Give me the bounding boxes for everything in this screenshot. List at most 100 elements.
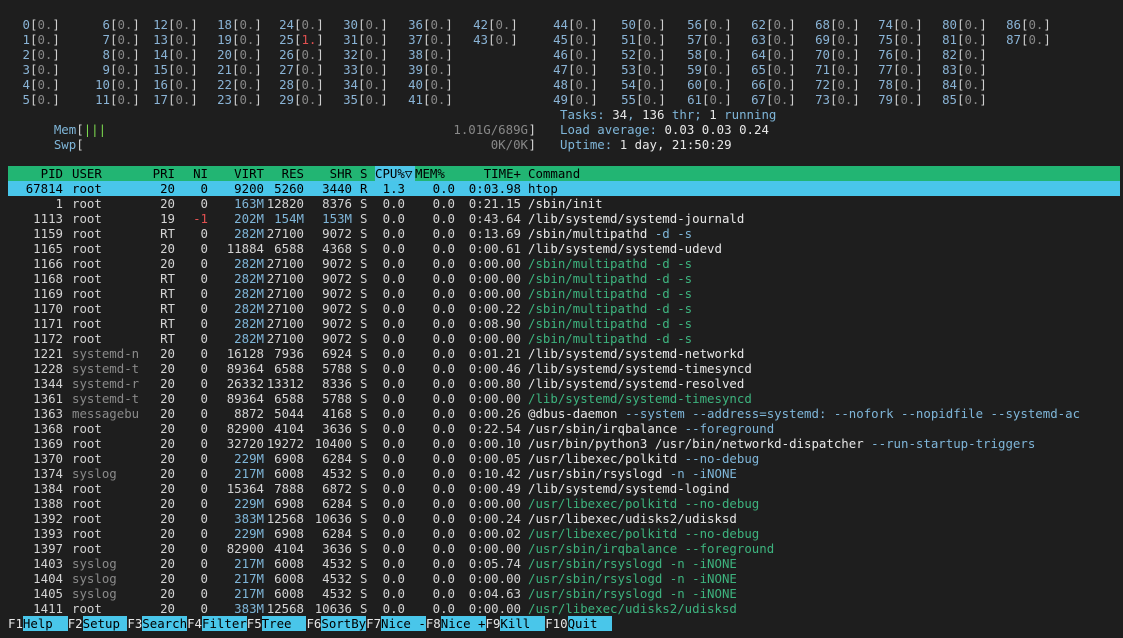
cpu-meter-74: 74[0.] (863, 17, 923, 32)
function-key-f5[interactable]: F5Tree (247, 616, 307, 631)
process-row[interactable]: 1388 root 20 0 229M 6908 6284 S 0.0 0.0 0:00.00/us… (8, 496, 1120, 511)
cpu-meter-28: 28[0.] (264, 77, 324, 92)
cell-cpu: 0.0 (382, 526, 405, 541)
cpu-meter-22: 22[0.] (202, 77, 262, 92)
cpu-meter-32: 32[0.] (328, 47, 388, 62)
process-row[interactable]: 1 root 20 0 163M 12820 8376 S 0.0 0.0 0:21.15/sbin… (8, 196, 1120, 211)
cpu-core-number: 5 (22, 92, 30, 107)
selected-process-row[interactable]: 67814 root 20 0 9200 5260 3440 R 1.3 0.0 0:03.98 ht… (8, 181, 1120, 196)
function-key-f10[interactable]: F10Quit (545, 616, 613, 631)
command-path: /usr/libexec/udisks2/udisksd (528, 511, 737, 526)
cell-cpu: 1.3 (382, 181, 405, 196)
process-row[interactable]: 1344 systemd-r 20 0 26332 13312 8336 S 0.0 0.0 0:0… (8, 376, 1120, 391)
process-row[interactable]: 1171 root RT 0 282M 27100 9072 S 0.0 0.0 0:08.90/s… (8, 316, 1120, 331)
cell-user: root (72, 601, 102, 616)
process-row[interactable]: 1374 syslog 20 0 217M 6008 4532 S 0.0 0.0 0:10.42 /… (8, 466, 1120, 481)
cpu-core-number: 34 (343, 77, 358, 92)
process-row[interactable]: 1361 systemd-t 20 0 89364 6588 5788 S 0.0 0.0 0:00… (8, 391, 1120, 406)
function-key-f9[interactable]: F9Kill (486, 616, 546, 631)
cpu-core-number: 56 (687, 17, 702, 32)
cpu-core-value: 0. (365, 92, 381, 107)
cpu-meter-55: 55[0.] (606, 92, 666, 107)
cpu-core-value: 0. (773, 62, 789, 77)
process-row[interactable]: 1403 syslog 20 0 217M 6008 4532 S 0.0 0.0 0:05.74 /… (8, 556, 1120, 571)
process-row[interactable]: 1168 root RT 0 282M 27100 9072 S 0.0 0.0 0:00.00/s… (8, 271, 1120, 286)
cell-pri: 20 (160, 601, 175, 616)
function-key-f4[interactable]: F4Filter (187, 616, 247, 631)
col-ni[interactable]: NI (184, 166, 208, 181)
cell-command: /usr/sbin/rsyslogd -n -iNONE (528, 571, 737, 586)
cell-pid: 1168 (33, 271, 63, 286)
cpu-meter-77: 77[0.] (863, 62, 923, 77)
process-row[interactable]: 1384 root 20 0 15364 7888 6872 S 0.0 0.0 0:00.49/l… (8, 481, 1120, 496)
process-row[interactable]: 1397 root 20 0 82900 4104 3636 S 0.0 0.0 0:00.00/u… (8, 541, 1120, 556)
cell-ni: 0 (200, 406, 208, 421)
function-key-f7[interactable]: F7Nice - (366, 616, 426, 631)
cell-command: /lib/systemd/systemd-logind (528, 481, 729, 496)
cpu-core-number: 48 (553, 77, 568, 92)
process-row[interactable]: 1404 syslog 20 0 217M 6008 4532 S 0.0 0.0 0:00.00 /… (8, 571, 1120, 586)
process-row[interactable]: 1411 root 20 0 383M 12568 10636 S 0.0 0.0 0:00.00 /… (8, 601, 1120, 616)
function-key-f2[interactable]: F2Setup (68, 616, 128, 631)
process-row[interactable]: 1393 root 20 0 229M 6908 6284 S 0.0 0.0 0:00.02/us… (8, 526, 1120, 541)
command-path: /usr/libexec/polkitd (528, 526, 678, 541)
process-row[interactable]: 1113 root 19 -1 202M 154M 153M S 0.0 0.0 0:43.64/l… (8, 211, 1120, 226)
process-row[interactable]: 1169 root RT 0 282M 27100 9072 S 0.0 0.0 0:00.00/s… (8, 286, 1120, 301)
process-row[interactable]: 1368 root 20 0 82900 4104 3636 S 0.0 0.0 0:22.54/u… (8, 421, 1120, 436)
process-row[interactable]: 1370 root 20 0 229M 6908 6284 S 0.0 0.0 0:00.05/us… (8, 451, 1120, 466)
function-key-f1[interactable]: F1Help (8, 616, 68, 631)
cell-user: messagebu (72, 406, 140, 421)
process-row[interactable]: 1170 root RT 0 282M 27100 9072 S 0.0 0.0 0:00.22/s… (8, 301, 1120, 316)
function-key-f6[interactable]: F6SortBy (306, 616, 367, 631)
cpu-meter-47: 47[0.] (538, 62, 598, 77)
cpu-core-number: 29 (279, 92, 294, 107)
col-user[interactable]: USER (72, 166, 102, 181)
cell-pri: RT (160, 301, 175, 316)
process-row[interactable]: 1228 systemd-t 20 0 89364 6588 5788 S 0.0 0.0 0:00… (8, 361, 1120, 376)
cell-user: root (72, 481, 102, 496)
cell-command: /usr/sbin/rsyslogd -n -iNONE (528, 466, 737, 481)
cpu-core-value: 0. (964, 62, 980, 77)
function-key-f8[interactable]: F8Nice + (426, 616, 486, 631)
cpu-core-number: 52 (621, 47, 636, 62)
col-pid[interactable]: PID (8, 166, 63, 181)
cell-mem: 0.0 (432, 436, 455, 451)
process-row[interactable]: 1166 root 20 0 282M 27100 9072 S 0.0 0.0 0:00.00/s… (8, 256, 1120, 271)
cpu-core-number: 14 (153, 47, 168, 62)
process-row[interactable]: 1165 root 20 0 11884 6588 4368 S 0.0 0.0 0:00.61/l… (8, 241, 1120, 256)
process-row[interactable]: 1159 root RT 0 282M 27100 9072 S 0.0 0.0 0:13.69/s… (8, 226, 1120, 241)
cell-pri: 20 (160, 541, 175, 556)
col-pri[interactable]: PRI (144, 166, 175, 181)
cell-pid: 1403 (33, 556, 63, 571)
process-row[interactable]: 1369 root 20 0 32720 19272 10400 S 0.0 0.0 0:00.10… (8, 436, 1120, 451)
cell-command: /lib/systemd/systemd-timesyncd (528, 361, 752, 376)
col-command[interactable]: Command (528, 166, 580, 181)
process-row[interactable]: 1172 root RT 0 282M 27100 9072 S 0.0 0.0 0:00.00/s… (8, 331, 1120, 346)
process-row[interactable]: 1221 systemd-n 20 0 16128 7936 6924 S 0.0 0.0 0:01… (8, 346, 1120, 361)
col-res[interactable]: RES (264, 166, 304, 181)
cell-shr: 8336 (322, 376, 352, 391)
cell-user: root (72, 316, 102, 331)
cell-time: 0:00.61 (468, 241, 521, 256)
process-row[interactable]: 1363 messagebu 20 0 8872 5044 4168 S 0.0 0.0 0:00.… (8, 406, 1120, 421)
process-row[interactable]: 1405 syslog 20 0 217M 6008 4532 S 0.0 0.0 0:04.63 /… (8, 586, 1120, 601)
cpu-meter-58: 58[0.] (672, 47, 732, 62)
function-key-f3[interactable]: F3Search (127, 616, 188, 631)
cpu-core-number: 26 (279, 47, 294, 62)
cell-s: S (360, 586, 368, 601)
command-path: /sbin/multipathd (528, 316, 648, 331)
process-row[interactable]: 1392 root 20 0 383M 12568 10636 S 0.0 0.0 0:00.24 /… (8, 511, 1120, 526)
col-virt[interactable]: VIRT (214, 166, 264, 181)
command-path: /usr/libexec/udisks2/udisksd (528, 601, 737, 616)
cell-res: 6908 (274, 496, 304, 511)
cell-user: syslog (72, 466, 117, 481)
col-time[interactable]: TIME+ (463, 166, 521, 181)
cpu-meter-68: 68[0.] (800, 17, 860, 32)
col-cpu-sorted[interactable]: CPU%▽ (375, 166, 415, 181)
col-state[interactable]: S (360, 166, 367, 181)
cell-shr: 9072 (322, 226, 352, 241)
cpu-core-value: 0. (239, 62, 255, 77)
col-shr[interactable]: SHR (304, 166, 352, 181)
cpu-core-value: 0. (239, 17, 255, 32)
col-mem[interactable]: MEM% (415, 166, 445, 181)
